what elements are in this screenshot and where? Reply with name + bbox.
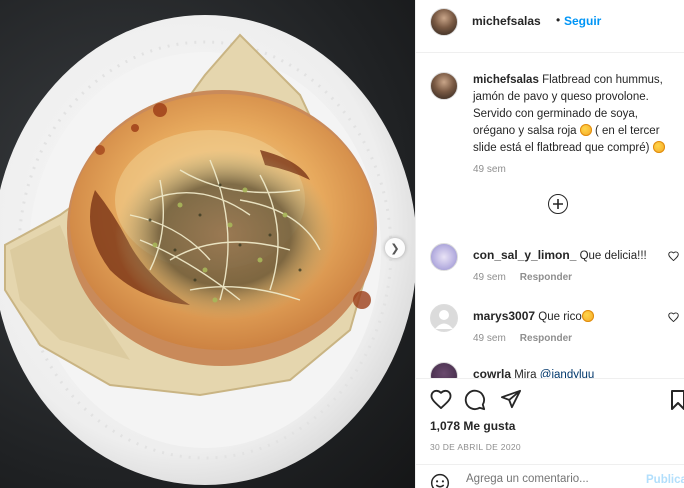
- avatar[interactable]: [430, 8, 458, 36]
- commenter-avatar[interactable]: [430, 243, 458, 271]
- caption-timestamp: 49 sem: [473, 164, 506, 175]
- carousel-next-button[interactable]: ❯: [385, 238, 405, 258]
- default-avatar-icon: [435, 310, 453, 329]
- header-username[interactable]: michefsalas: [472, 14, 541, 28]
- heart-eyes-emoji-icon: [579, 124, 592, 136]
- caption-username[interactable]: michefsalas: [473, 74, 539, 86]
- likes-count[interactable]: 1,078 Me gusta: [430, 419, 515, 433]
- comment-username[interactable]: marys3007: [473, 309, 535, 323]
- comment-text-line: marys3007 Que rico: [473, 309, 594, 323]
- post-caption: michefsalas Flatbread con hummus, jamón …: [473, 72, 678, 157]
- laughing-emoji-icon: [581, 310, 594, 322]
- follow-button[interactable]: Seguir: [564, 14, 601, 28]
- load-more-comments-button[interactable]: [548, 194, 568, 214]
- caption-avatar[interactable]: [430, 72, 458, 100]
- flatbread-photo-illustration: [0, 15, 415, 485]
- reply-button[interactable]: Responder: [520, 272, 572, 283]
- comment-text: Que delicia!!!: [579, 250, 647, 262]
- comment-username[interactable]: con_sal_y_limon_: [473, 248, 576, 262]
- add-comment-bar: Publicar: [416, 464, 684, 488]
- publish-button[interactable]: Publicar: [646, 474, 684, 486]
- comment-meta: 49 sem Responder: [473, 333, 572, 344]
- post-photo[interactable]: ❯: [0, 0, 415, 488]
- paper-plane-icon[interactable]: [500, 389, 522, 414]
- bookmark-icon[interactable]: [670, 389, 684, 416]
- plus-circle-icon: [553, 199, 563, 209]
- comment-like-heart-icon[interactable]: [668, 249, 679, 264]
- comment-input[interactable]: [464, 472, 638, 486]
- reply-button[interactable]: Responder: [520, 333, 572, 344]
- chevron-right-icon: ❯: [390, 242, 400, 255]
- comment-timestamp: 49 sem: [473, 272, 506, 283]
- post-side-panel: michefsalas • Seguir michefsalas Flatbre…: [415, 0, 684, 488]
- post-header: michefsalas • Seguir: [416, 0, 684, 53]
- header-separator: •: [556, 13, 561, 27]
- comment-meta: 49 sem Responder: [473, 272, 572, 283]
- comment-text: Que rico: [538, 311, 582, 323]
- comment-like-heart-icon[interactable]: [668, 310, 679, 325]
- comment-timestamp: 49 sem: [473, 333, 506, 344]
- laughing-emoji-icon: [652, 141, 665, 153]
- comment-text-line: con_sal_y_limon_ Que delicia!!!: [473, 248, 647, 262]
- heart-icon[interactable]: [430, 389, 452, 414]
- comment-icon[interactable]: [464, 389, 486, 416]
- smiley-icon[interactable]: [430, 473, 450, 488]
- post-date: 30 DE ABRIL DE 2020: [430, 442, 521, 452]
- post-actions-bar: 1,078 Me gusta 30 DE ABRIL DE 2020 Publi…: [416, 378, 684, 488]
- commenter-avatar[interactable]: [430, 304, 458, 332]
